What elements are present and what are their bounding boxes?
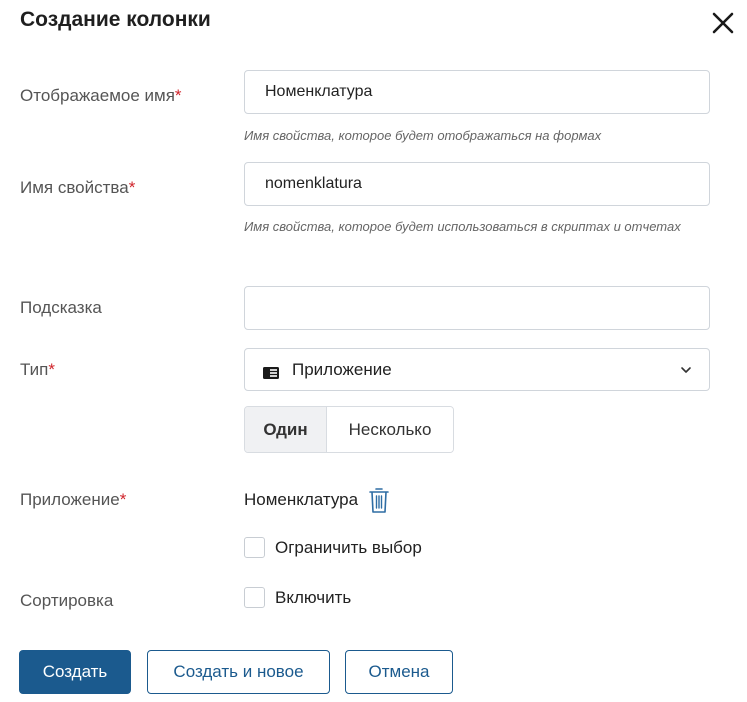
property-name-hint: Имя свойства, которое будет использовать… (244, 219, 681, 234)
display-name-input[interactable]: Номенклатура (244, 70, 710, 114)
tooltip-input[interactable] (244, 286, 710, 330)
type-select-value: Приложение (292, 359, 392, 379)
dialog-title: Создание колонки (20, 8, 211, 31)
enable-sorting-label: Включить (275, 587, 352, 607)
property-name-label: Имя свойства* (20, 178, 136, 197)
application-name[interactable]: Номенклатура (244, 490, 358, 510)
option-multiple[interactable]: Несколько (327, 407, 453, 452)
required-mark: * (128, 178, 136, 197)
cancel-button[interactable]: Отмена (345, 650, 453, 694)
required-mark: * (119, 490, 127, 509)
create-button[interactable]: Создать (19, 650, 131, 694)
create-and-new-button[interactable]: Создать и новое (147, 650, 330, 694)
restrict-selection-label: Ограничить выбор (275, 537, 422, 557)
option-single[interactable]: Один (245, 407, 327, 452)
enable-sorting-checkbox[interactable] (244, 587, 265, 608)
display-name-value: Номенклатура (265, 83, 373, 100)
display-name-hint: Имя свойства, которое будет отображаться… (244, 128, 602, 143)
trash-icon[interactable] (368, 486, 390, 514)
close-icon[interactable] (710, 10, 736, 36)
application-value: Номенклатура (244, 486, 390, 514)
property-name-value: nomenklatura (265, 175, 362, 192)
property-name-input[interactable]: nomenklatura (244, 162, 710, 206)
tooltip-label: Подсказка (20, 298, 102, 317)
chevron-down-icon (679, 362, 693, 376)
multiplicity-toggle: Один Несколько (244, 406, 454, 453)
type-select[interactable]: Приложение (244, 348, 710, 391)
application-label: Приложение* (20, 490, 127, 509)
enable-sorting-row[interactable]: Включить (244, 587, 351, 608)
application-icon (263, 364, 279, 379)
required-mark: * (174, 86, 182, 105)
type-label: Тип* (20, 360, 55, 379)
required-mark: * (48, 360, 55, 379)
sorting-label: Сортировка (20, 591, 114, 610)
display-name-label: Отображаемое имя* (20, 86, 182, 105)
restrict-selection-checkbox[interactable] (244, 537, 265, 558)
restrict-selection-row[interactable]: Ограничить выбор (244, 537, 422, 558)
